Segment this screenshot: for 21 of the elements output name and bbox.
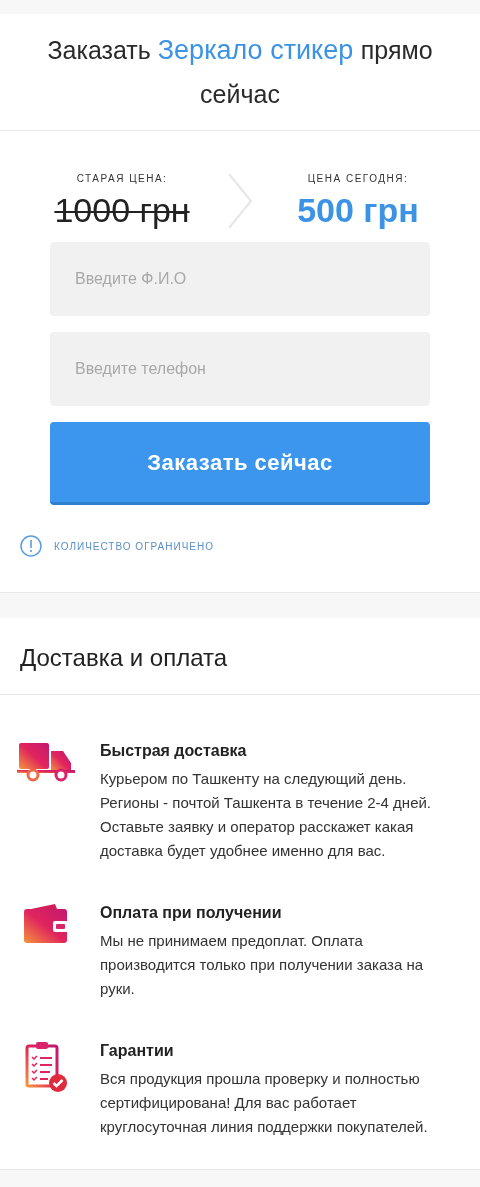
feature-title: Оплата при получении xyxy=(100,903,283,923)
clipboard-check-icon xyxy=(24,1041,68,1093)
wallet-icon xyxy=(23,903,69,945)
limited-notice: КОЛИЧЕСТВО ОГРАНИЧЕНО xyxy=(54,539,214,554)
input-field[interactable]: Введите телефон xyxy=(50,332,430,406)
order-title: Заказать Зеркало стикер прямо сейчас xyxy=(46,34,434,110)
feature-text: Мы не принимаем предоплат. Оплата производится только при получении заказа на руки. xyxy=(100,931,425,999)
feature-title: Гарантии xyxy=(100,1041,175,1061)
warning-icon xyxy=(20,535,42,557)
input-field[interactable]: Введите Ф.И.О xyxy=(50,242,430,316)
old-price-label: СТАРАЯ ЦЕНА: xyxy=(76,172,168,186)
truck-icon xyxy=(17,741,75,783)
chevron-right-icon xyxy=(227,173,253,229)
section-title: Доставка и оплата xyxy=(0,618,480,695)
order-button[interactable]: Заказать сейчас xyxy=(50,422,430,505)
new-price: 500 грн xyxy=(297,190,419,230)
new-price-label: ЦЕНА СЕГОДНЯ: xyxy=(307,172,409,186)
feature-text: Курьером по Ташкенту на следующий день. Регионы - почтой Ташкента в течение 2-4 дней. Оставьте заявку и оператор расскажет какая доставка будет удобнее именно для вас. xyxy=(100,769,433,861)
feature-text: Вся продукция прошла проверку и полностью сертифицирована! Для вас работает круглосуточная линия поддержки покупателей. xyxy=(100,1069,429,1137)
feature-title: Быстрая доставка xyxy=(100,741,248,761)
old-price: 1000 грн xyxy=(54,190,190,230)
